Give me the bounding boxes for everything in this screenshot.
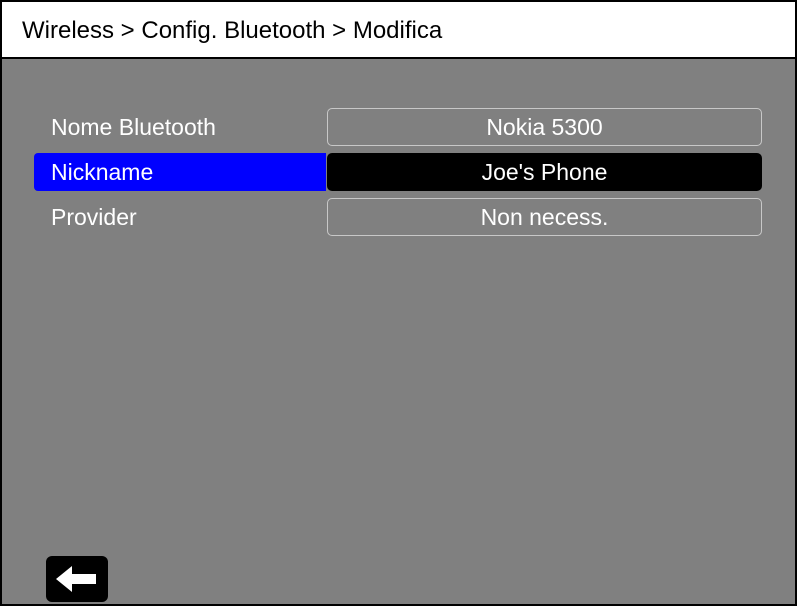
breadcrumb: Wireless > Config. Bluetooth > Modifica (22, 17, 443, 44)
device-screen: Wireless > Config. Bluetooth > Modifica … (0, 0, 797, 606)
arrow-left-icon (56, 566, 96, 592)
field-value-nickname[interactable]: Joe's Phone (327, 153, 762, 191)
field-value-provider[interactable]: Non necess. (327, 198, 762, 236)
field-row-provider[interactable]: Provider Non necess. (2, 198, 795, 236)
title-bar: Wireless > Config. Bluetooth > Modifica (2, 2, 795, 59)
field-value-bluetooth-name[interactable]: Nokia 5300 (327, 108, 762, 146)
field-row-bluetooth-name[interactable]: Nome Bluetooth Nokia 5300 (2, 108, 795, 146)
field-label-nickname: Nickname (34, 153, 326, 191)
field-label-bluetooth-name: Nome Bluetooth (51, 114, 216, 140)
field-label-provider: Provider (51, 204, 137, 230)
field-row-nickname[interactable]: Nickname Joe's Phone (2, 153, 795, 191)
back-button[interactable] (46, 556, 108, 602)
